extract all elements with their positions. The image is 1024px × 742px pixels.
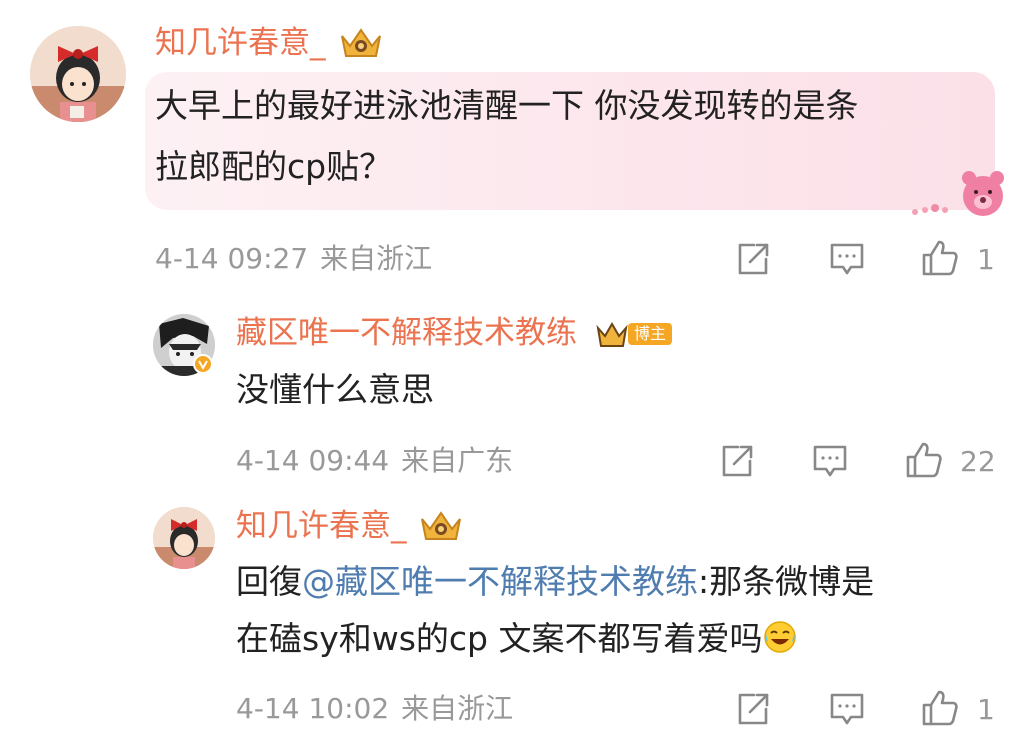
share-icon[interactable]	[734, 240, 772, 278]
mention-link[interactable]: @藏区唯一不解释技术教练	[302, 562, 698, 601]
location: 来自浙江	[320, 242, 433, 275]
crown-badge-icon	[338, 24, 384, 64]
username[interactable]: 知几许春意_	[155, 28, 326, 59]
location: 来自浙江	[401, 692, 514, 725]
timestamp: 4-14 09:27	[155, 242, 309, 275]
comment-text-line: 拉郎配的cp贴？	[155, 147, 393, 186]
username[interactable]: 知几许春意_	[236, 511, 407, 542]
like-count: 1	[977, 693, 995, 726]
comment-meta: 4-14 09:44 来自广东	[236, 447, 513, 475]
comment-1: 知几许春意_ 大早上的最好进泳池清醒一下 你没发现转的是条 拉郎配的cp贴？ 4…	[0, 0, 1024, 290]
reply-prefix: 回復	[236, 562, 302, 601]
timestamp: 4-14 10:02	[236, 692, 390, 725]
crown-badge-icon	[418, 507, 464, 547]
username[interactable]: 藏区唯一不解释技术教练	[236, 318, 577, 349]
avatar[interactable]	[30, 26, 126, 122]
share-icon[interactable]	[718, 442, 756, 480]
comment-text-line: 回復@藏区唯一不解释技术教练:那条微博是	[236, 555, 874, 609]
like-icon[interactable]	[920, 238, 958, 276]
comment-text-line: 没懂什么意思	[236, 370, 434, 409]
comment-text-line: 在磕sy和ws的cp 文案不都写着爱吗	[236, 612, 797, 666]
timestamp: 4-14 09:44	[236, 444, 390, 477]
bear-sticker-icon	[905, 160, 1005, 224]
share-icon[interactable]	[734, 690, 772, 728]
crown-badge-icon	[596, 320, 628, 352]
like-count: 22	[960, 445, 996, 478]
like-icon[interactable]	[920, 688, 958, 726]
comment-icon[interactable]	[828, 690, 866, 728]
comment-2: 藏区唯一不解释技术教练 博主 没懂什么意思 4-14 09:44 来自广东 22	[0, 290, 1024, 495]
location: 来自广东	[401, 444, 514, 477]
comment-text: 在磕sy和ws的cp 文案不都写着爱吗	[236, 619, 763, 658]
comment-meta: 4-14 09:27 来自浙江	[155, 245, 432, 273]
avatar[interactable]	[153, 507, 215, 569]
verified-badge-icon	[193, 354, 213, 374]
blogger-badge: 博主	[628, 323, 673, 345]
comment-meta: 4-14 10:02 来自浙江	[236, 695, 513, 723]
comment-text: :那条微博是	[698, 562, 875, 601]
comment-icon[interactable]	[828, 240, 866, 278]
comment-thread: 知几许春意_ 大早上的最好进泳池清醒一下 你没发现转的是条 拉郎配的cp贴？ 4…	[0, 0, 1024, 742]
like-count: 1	[977, 243, 995, 276]
comment-icon[interactable]	[811, 442, 849, 480]
comment-text-line: 大早上的最好进泳池清醒一下 你没发现转的是条	[155, 86, 859, 125]
laugh-cry-emoji	[763, 616, 797, 653]
comment-3: 知几许春意_ 回復@藏区唯一不解释技术教练:那条微博是 在磕sy和ws的cp 文…	[0, 495, 1024, 742]
like-icon[interactable]	[904, 440, 942, 478]
